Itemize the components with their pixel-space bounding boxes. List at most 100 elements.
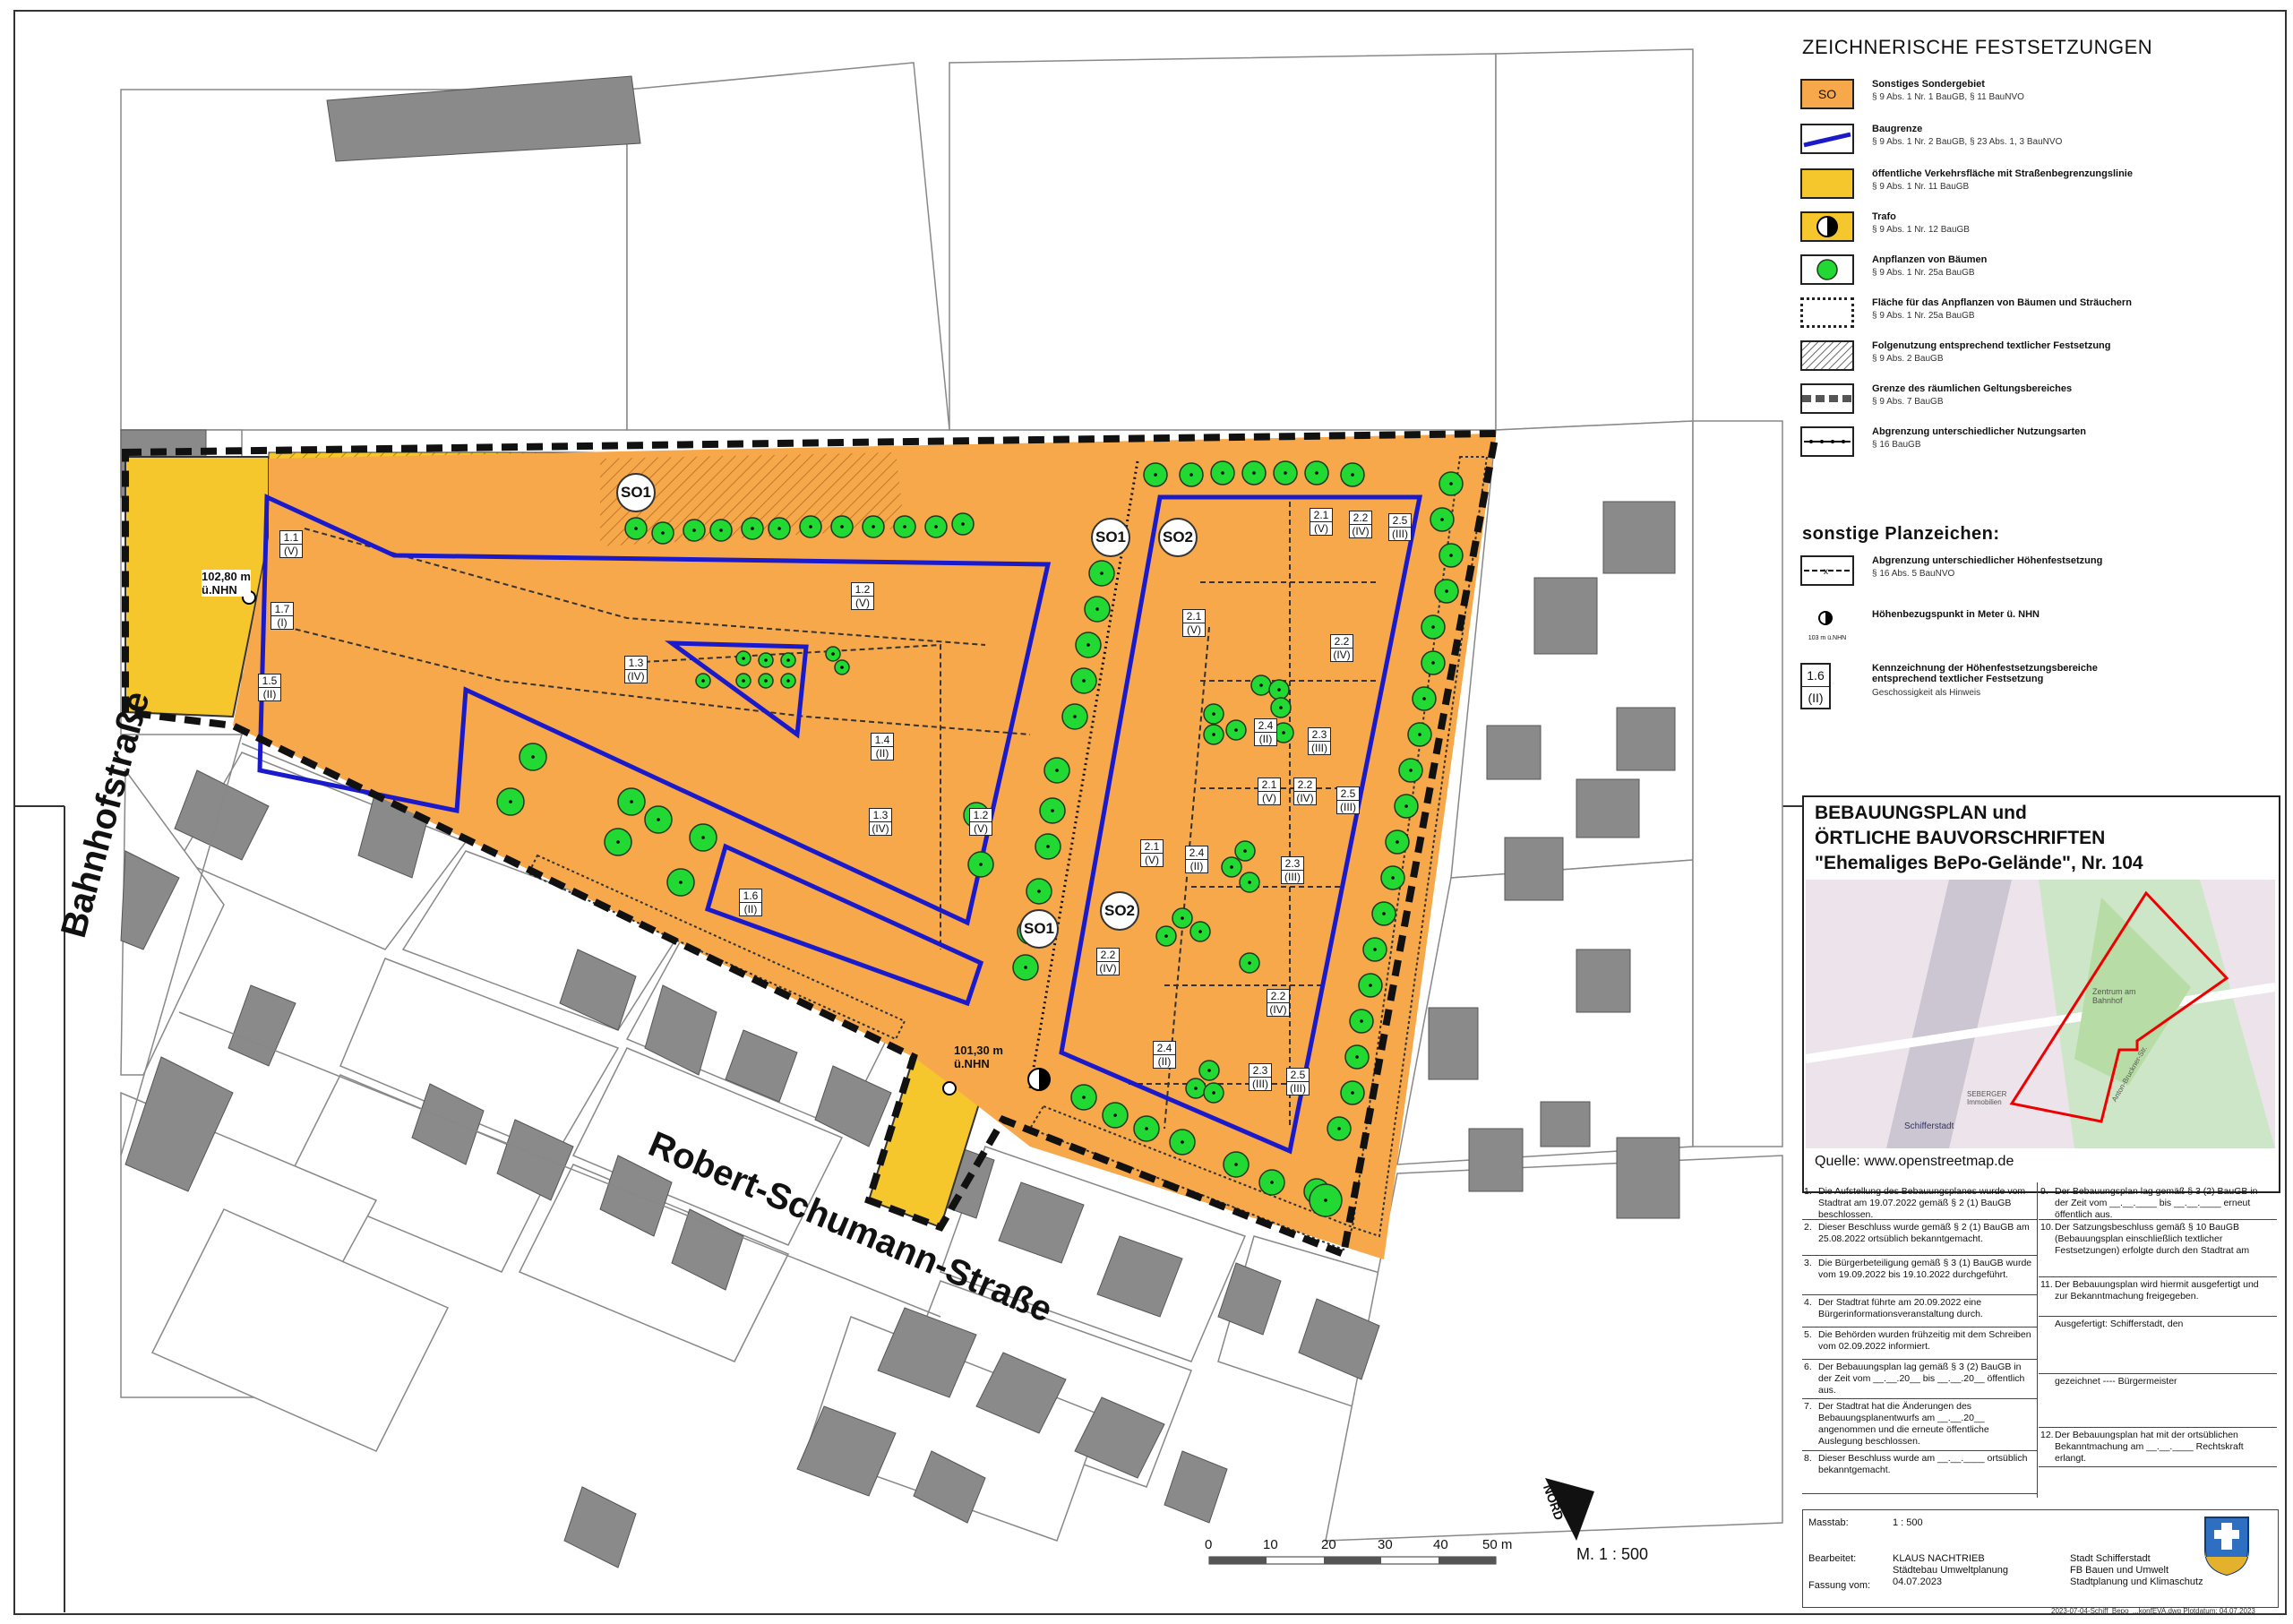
tree-center-dot <box>1212 712 1215 716</box>
tree-center-dot <box>764 679 768 683</box>
legend-item-ref: § 9 Abs. 1 Nr. 11 BauGB <box>1872 182 1970 192</box>
tree-center-dot <box>1391 876 1395 880</box>
tree-center-dot <box>1351 473 1354 477</box>
legend-other-item: 103 m ü.NHN Höhenbezugspunkt in Meter ü. … <box>1800 609 2275 645</box>
legend-item: Folgenutzung entsprechend textlicher Fes… <box>1800 340 2275 376</box>
legend-item-ref: § 9 Abs. 1 Nr. 1 BauGB, § 11 BauNVO <box>1872 92 2024 102</box>
height-box: 2.4 (II) <box>1153 1041 1176 1069</box>
height-box-zone: 2.2 <box>1100 949 1116 961</box>
height-box: 1.3 (IV) <box>869 808 892 836</box>
tree-center-dot <box>1449 482 1453 485</box>
height-box-floors: (II) <box>872 746 893 760</box>
procedure-step-number: 3. <box>1804 1258 1812 1268</box>
legend-symbol-icon <box>1800 426 1854 457</box>
height-box-zone: 2.1 <box>1261 778 1277 791</box>
legend-item-title: Grenze des räumlichen Geltungsbereiches <box>1872 383 2073 394</box>
procedure-left-column: 1. Die Aufstellung des Bebauungsplanes wu… <box>1802 1182 2038 1498</box>
procedure-step-number: 5. <box>1804 1329 1812 1340</box>
tree-center-dot <box>701 836 705 839</box>
height-box-zone: 1.1 <box>283 531 299 544</box>
tree-center-dot <box>531 755 535 759</box>
title-line-3: "Ehemaliges BePo-Gelände", Nr. 104 <box>1815 853 2143 873</box>
height-box-zone: 2.5 <box>1340 787 1356 800</box>
procedure-step-text: Die Bürgerbeteiligung gemäß § 3 (1) BauG… <box>1818 1258 2032 1280</box>
tree-center-dot <box>1212 733 1215 736</box>
version-caption: Fassung vom: <box>1808 1580 1871 1591</box>
legend-item: Anpflanzen von Bäumen § 9 Abs. 1 Nr. 25a … <box>1800 254 2275 290</box>
procedure-step-number: 11. <box>2040 1279 2053 1290</box>
legend-item: Grenze des räumlichen Geltungsbereiches §… <box>1800 383 2275 419</box>
tree-center-dot <box>786 679 790 683</box>
scale-tick-label: 0 <box>1205 1537 1213 1552</box>
legend-other-item: x Abgrenzung unterschiedlicher Höhenfests… <box>1800 555 2275 591</box>
procedure-step-number: 6. <box>1804 1362 1812 1372</box>
tree-center-dot <box>701 679 705 683</box>
height-box-floors: (II) <box>1154 1054 1175 1068</box>
tree-center-dot <box>751 527 754 530</box>
height-box: 2.1 (V) <box>1258 778 1281 805</box>
tree-center-dot <box>1234 728 1238 732</box>
height-box-zone: 2.2 <box>1297 778 1313 791</box>
procedure-step-text: Die Aufstellung des Bebauungsplanes wurd… <box>1818 1186 2026 1220</box>
tree-center-dot <box>961 522 965 526</box>
tree-center-dot <box>1181 916 1184 920</box>
tree-center-dot <box>1337 1127 1341 1130</box>
legend-item: Abgrenzung unterschiedlicher Nutzungsart… <box>1800 426 2275 462</box>
tree-center-dot <box>1046 845 1050 848</box>
tree-center-dot <box>786 658 790 662</box>
legend-other-symbol-icon: x <box>1800 555 1854 586</box>
legend-heading: ZEICHNERISCHE FESTSETZUNGEN <box>1802 36 2153 58</box>
legend-other-ref: § 16 Abs. 5 BauNVO <box>1872 569 1955 579</box>
height-box-zone: 2.2 <box>1334 635 1350 648</box>
legend-other-ref: Geschossigkeit als Hinweis <box>1872 688 1981 698</box>
height-box-zone: 1.3 <box>628 657 644 669</box>
legend-symbol-icon: SO <box>1800 79 1854 109</box>
height-box: 2.3 (III) <box>1281 856 1304 884</box>
height-box: 1.3 (IV) <box>624 656 648 683</box>
height-box-zone: 2.4 <box>1189 846 1205 859</box>
procedure-step-number: 7. <box>1804 1401 1812 1412</box>
height-box-zone: 2.4 <box>1258 719 1274 732</box>
tree-center-dot <box>1212 1091 1215 1095</box>
tree-center-dot <box>1248 881 1251 884</box>
height-box-zone: 2.2 <box>1353 511 1369 524</box>
height-box: 2.5 (III) <box>1336 786 1360 814</box>
tree-center-dot <box>764 658 768 662</box>
procedure-step: 3. Die Bürgerbeteiligung gemäß § 3 (1) Ba… <box>1802 1256 2037 1295</box>
tree-center-dot <box>1051 809 1054 812</box>
tree-center-dot <box>1404 804 1408 808</box>
scale-label: M. 1 : 500 <box>1576 1545 1649 1563</box>
tree-center-dot <box>1279 706 1283 709</box>
height-box: 1.6 (II) <box>739 889 762 916</box>
height-box-floors: (III) <box>1389 527 1411 540</box>
height-box-zone: 1.2 <box>973 809 989 821</box>
legend-item-title: Fläche für das Anpflanzen von Bäumen und… <box>1872 297 2132 308</box>
height-box: 2.3 (III) <box>1249 1063 1272 1091</box>
height-box-zone: 1.4 <box>874 734 890 746</box>
tree-center-dot <box>719 528 723 532</box>
tree-center-dot <box>1082 1096 1086 1099</box>
height-box-floors: (IV) <box>1331 648 1353 661</box>
tree-center-dot <box>657 818 660 821</box>
procedure-right-column: 9. Der Bebauungsplan lag gemäß § 3 (2) Ba… <box>2039 1182 2277 1498</box>
city-crest-icon <box>2204 1517 2249 1577</box>
title-line-1: BEBAUUNGSPLAN und <box>1815 803 2027 823</box>
procedure-step-text: Dieser Beschluss wurde gemäß § 2 (1) Bau… <box>1818 1222 2030 1244</box>
tree-center-dot <box>1382 912 1386 915</box>
height-box-floors: (V) <box>970 821 992 835</box>
footer-block: Masstab: 1 : 500 Bearbeitet: KLAUS NACHT… <box>1802 1509 2279 1608</box>
height-box-zone: 2.2 <box>1270 990 1286 1002</box>
height-box: 2.2 (IV) <box>1267 989 1290 1017</box>
tree-center-dot <box>1252 471 1256 475</box>
tree-center-dot <box>1164 934 1168 938</box>
height-box: 2.1 (V) <box>1310 508 1333 536</box>
tree-center-dot <box>630 800 633 803</box>
height-box-floors: (II) <box>1186 859 1207 872</box>
procedure-step: 4. Der Stadtrat führte am 20.09.2022 eine… <box>1802 1295 2037 1328</box>
tree-center-dot <box>1154 473 1157 477</box>
procedure-step-text: gezeichnet ---- Bürgermeister <box>2055 1376 2177 1387</box>
height-box-floors: (III) <box>1250 1077 1271 1090</box>
height-box-floors: (IV) <box>1294 791 1316 804</box>
legend-item-ref: § 9 Abs. 2 BauGB <box>1872 354 1944 364</box>
tree-center-dot <box>903 525 906 528</box>
